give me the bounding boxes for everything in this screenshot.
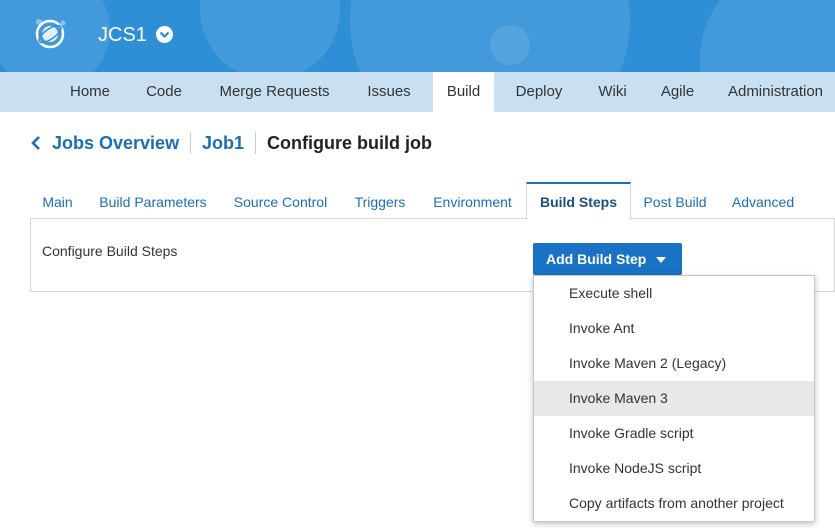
breadcrumb-job1[interactable]: Job1 xyxy=(202,130,244,156)
tab-source-control[interactable]: Source Control xyxy=(225,182,336,218)
nav-code[interactable]: Code xyxy=(133,72,195,112)
job-config-tabs: Main Build Parameters Source Control Tri… xyxy=(30,182,835,220)
breadcrumb-jobs-overview[interactable]: Jobs Overview xyxy=(52,130,179,156)
nav-home[interactable]: Home xyxy=(55,72,125,112)
nav-deploy[interactable]: Deploy xyxy=(502,72,576,112)
tab-advanced[interactable]: Advanced xyxy=(723,182,803,218)
menu-item-invoke-nodejs[interactable]: Invoke NodeJS script xyxy=(534,451,814,486)
tab-post-build[interactable]: Post Build xyxy=(636,182,714,218)
project-name[interactable]: JCS1 xyxy=(98,24,147,47)
nav-agile[interactable]: Agile xyxy=(650,72,705,112)
menu-item-execute-shell[interactable]: Execute shell xyxy=(534,276,814,311)
build-step-menu: Execute shell Invoke Ant Invoke Maven 2 … xyxy=(533,275,815,522)
menu-item-copy-artifacts[interactable]: Copy artifacts from another project xyxy=(534,486,814,521)
chevron-down-circle-icon[interactable] xyxy=(156,26,173,43)
menu-item-invoke-maven-3[interactable]: Invoke Maven 3 xyxy=(534,381,814,416)
nav-wiki[interactable]: Wiki xyxy=(585,72,640,112)
breadcrumb-divider xyxy=(255,132,256,154)
tab-environment[interactable]: Environment xyxy=(425,182,520,218)
add-build-step-label: Add Build Step xyxy=(546,251,647,267)
menu-item-invoke-gradle[interactable]: Invoke Gradle script xyxy=(534,416,814,451)
main-nav: Home Code Merge Requests Issues Build De… xyxy=(0,72,835,112)
menu-item-invoke-ant[interactable]: Invoke Ant xyxy=(534,311,814,346)
globe-logo-icon[interactable] xyxy=(30,14,70,54)
header-decoration xyxy=(700,0,835,72)
add-build-step-button[interactable]: Add Build Step xyxy=(533,243,682,275)
nav-build[interactable]: Build xyxy=(433,72,494,112)
tab-build-steps[interactable]: Build Steps xyxy=(526,182,631,220)
header-decoration xyxy=(200,0,340,72)
nav-merge-requests[interactable]: Merge Requests xyxy=(203,72,346,112)
tab-triggers[interactable]: Triggers xyxy=(345,182,415,218)
page-title: Configure build job xyxy=(267,133,432,153)
nav-issues[interactable]: Issues xyxy=(354,72,424,112)
caret-down-icon xyxy=(656,257,666,263)
header-decoration xyxy=(350,0,630,72)
chevron-left-icon[interactable] xyxy=(30,134,44,152)
panel-label: Configure Build Steps xyxy=(42,243,178,259)
tab-main[interactable]: Main xyxy=(30,182,85,218)
nav-administration[interactable]: Administration xyxy=(716,72,835,112)
tab-build-parameters[interactable]: Build Parameters xyxy=(93,182,213,218)
header-decoration xyxy=(490,25,530,65)
app-header: JCS1 xyxy=(0,0,835,72)
menu-item-invoke-maven-2[interactable]: Invoke Maven 2 (Legacy) xyxy=(534,346,814,381)
breadcrumb-divider xyxy=(190,132,191,154)
